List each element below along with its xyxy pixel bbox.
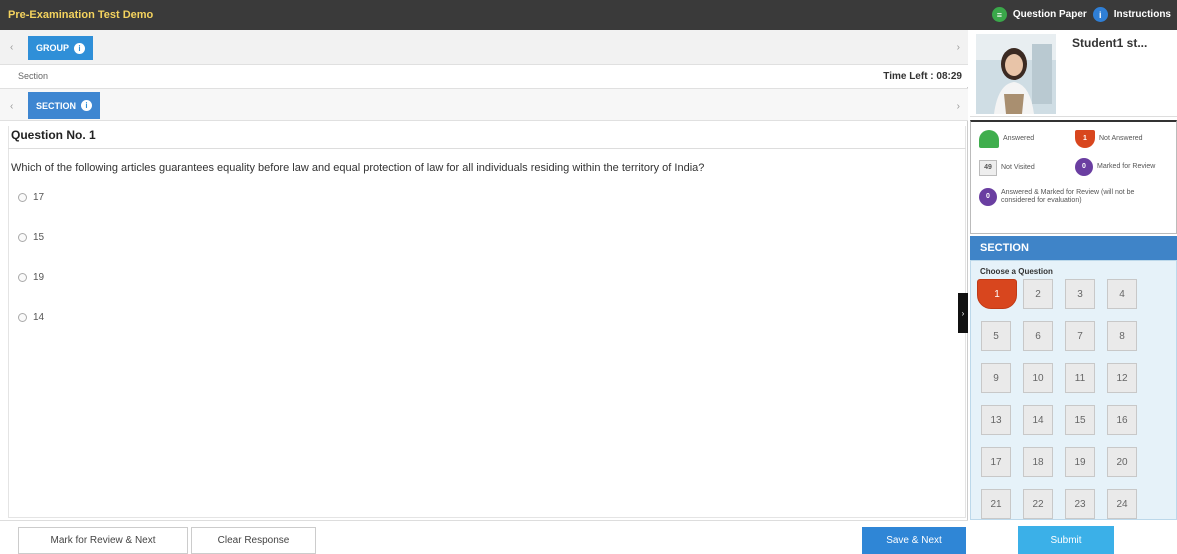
- instructions-link[interactable]: Instructions: [1114, 9, 1171, 20]
- time-left: Time Left : 08:29: [883, 71, 962, 82]
- question-button-21[interactable]: 21: [981, 489, 1011, 519]
- status-legend: Answered 1 Not Answered 49 Not Visited 0…: [970, 120, 1177, 234]
- question-area: ‹ GROUP i › Section Time Left : 08:29 ‹ …: [0, 30, 968, 554]
- question-paper-link[interactable]: Question Paper: [1013, 9, 1087, 20]
- save-next-button[interactable]: Save & Next: [862, 527, 966, 554]
- section-label: Section: [18, 71, 49, 81]
- question-button-15[interactable]: 15: [1065, 405, 1095, 435]
- marked-icon: 0: [1075, 158, 1093, 176]
- question-button-7[interactable]: 7: [1065, 321, 1095, 351]
- question-number: Question No. 1: [11, 128, 96, 142]
- legend-answered-label: Answered: [1003, 135, 1035, 142]
- palette-section-title: SECTION: [970, 236, 1177, 260]
- group-row: ‹ GROUP i ›: [0, 30, 968, 65]
- question-button-24[interactable]: 24: [1107, 489, 1137, 519]
- option-1[interactable]: 17: [18, 192, 44, 203]
- question-button-23[interactable]: 23: [1065, 489, 1095, 519]
- section-scroll-left-icon[interactable]: ‹: [10, 101, 13, 112]
- section-label-row: Section Time Left : 08:29: [0, 65, 968, 87]
- legend-answered-marked: 0 Answered & Marked for Review (will not…: [979, 188, 1169, 206]
- question-button-8[interactable]: 8: [1107, 321, 1137, 351]
- question-button-11[interactable]: 11: [1065, 363, 1095, 393]
- question-button-1[interactable]: 1: [977, 279, 1017, 309]
- question-button-2[interactable]: 2: [1023, 279, 1053, 309]
- question-button-9[interactable]: 9: [981, 363, 1011, 393]
- legend-answered-marked-label: Answered & Marked for Review (will not b…: [1001, 189, 1135, 204]
- submit-bar: Submit: [970, 523, 1177, 554]
- question-button-4[interactable]: 4: [1107, 279, 1137, 309]
- legend-not-visited: 49 Not Visited: [979, 160, 1035, 176]
- option-radio[interactable]: [18, 273, 27, 282]
- legend-not-answered-label: Not Answered: [1099, 135, 1143, 142]
- question-button-20[interactable]: 20: [1107, 447, 1137, 477]
- legend-marked: 0 Marked for Review: [1075, 158, 1173, 176]
- question-button-18[interactable]: 18: [1023, 447, 1053, 477]
- group-scroll-left-icon[interactable]: ‹: [10, 42, 13, 53]
- option-radio[interactable]: [18, 233, 27, 242]
- question-button-6[interactable]: 6: [1023, 321, 1053, 351]
- mark-review-next-button[interactable]: Mark for Review & Next: [18, 527, 188, 554]
- question-button-16[interactable]: 16: [1107, 405, 1137, 435]
- question-button-13[interactable]: 13: [981, 405, 1011, 435]
- submit-button[interactable]: Submit: [1018, 526, 1114, 554]
- option-4[interactable]: 14: [18, 312, 44, 323]
- not-answered-icon: 1: [1075, 130, 1095, 148]
- top-links: ≡ Question Paper i Instructions: [991, 7, 1171, 22]
- answered-marked-icon: 0: [979, 188, 997, 206]
- section-tab[interactable]: SECTION i: [28, 92, 101, 119]
- student-name: Student1 st...: [1072, 36, 1148, 50]
- option-label: 15: [33, 232, 45, 243]
- option-radio[interactable]: [18, 193, 27, 202]
- question-button-14[interactable]: 14: [1023, 405, 1053, 435]
- info-icon[interactable]: i: [1092, 7, 1108, 22]
- option-label: 17: [33, 192, 45, 203]
- group-scroll-right-icon[interactable]: ›: [957, 42, 960, 53]
- option-label: 14: [33, 312, 45, 323]
- group-tab[interactable]: GROUP i: [28, 36, 94, 60]
- section-scroll-right-icon[interactable]: ›: [957, 101, 960, 112]
- choose-question-label: Choose a Question: [980, 267, 1053, 276]
- group-info-icon[interactable]: i: [74, 42, 86, 54]
- question-panel: [8, 126, 966, 518]
- question-button-22[interactable]: 22: [1023, 489, 1053, 519]
- collapse-panel-handle[interactable]: ›: [958, 293, 968, 333]
- not-visited-icon: 49: [979, 160, 997, 176]
- action-bar: Mark for Review & Next Clear Response Sa…: [0, 520, 968, 554]
- question-button-10[interactable]: 10: [1023, 363, 1053, 393]
- question-text: Which of the following articles guarante…: [11, 162, 705, 174]
- option-2[interactable]: 15: [18, 232, 44, 243]
- question-button-19[interactable]: 19: [1065, 447, 1095, 477]
- section-info-icon[interactable]: i: [81, 100, 93, 111]
- question-paper-icon[interactable]: ≡: [991, 7, 1007, 22]
- option-label: 19: [33, 272, 45, 283]
- section-row: ‹ SECTION i ›: [0, 88, 968, 121]
- exam-title: Pre-Examination Test Demo: [8, 9, 154, 21]
- divider: [8, 148, 966, 149]
- legend-marked-label: Marked for Review: [1097, 163, 1156, 170]
- question-button-5[interactable]: 5: [981, 321, 1011, 351]
- avatar: [976, 34, 1056, 114]
- question-button-3[interactable]: 3: [1065, 279, 1095, 309]
- legend-not-answered: 1 Not Answered: [1075, 130, 1143, 148]
- section-tab-label: SECTION: [36, 100, 77, 111]
- option-radio[interactable]: [18, 313, 27, 322]
- legend-not-visited-label: Not Visited: [1001, 164, 1035, 171]
- side-panel: Student1 st... Answered 1 Not Answered 4…: [970, 30, 1177, 554]
- top-bar: Pre-Examination Test Demo ≡ Question Pap…: [0, 0, 1177, 30]
- option-3[interactable]: 19: [18, 272, 44, 283]
- question-button-17[interactable]: 17: [981, 447, 1011, 477]
- legend-answered: Answered: [979, 130, 1034, 148]
- candidate-profile: Student1 st...: [970, 30, 1177, 117]
- question-palette: Choose a Question 1 2 3 4 5 6 7 8 9 10 11 12 13 14 15 1…: [970, 260, 1177, 520]
- answered-icon: [979, 130, 999, 148]
- group-tab-label: GROUP: [36, 43, 70, 53]
- question-button-12[interactable]: 12: [1107, 363, 1137, 393]
- clear-response-button[interactable]: Clear Response: [191, 527, 316, 554]
